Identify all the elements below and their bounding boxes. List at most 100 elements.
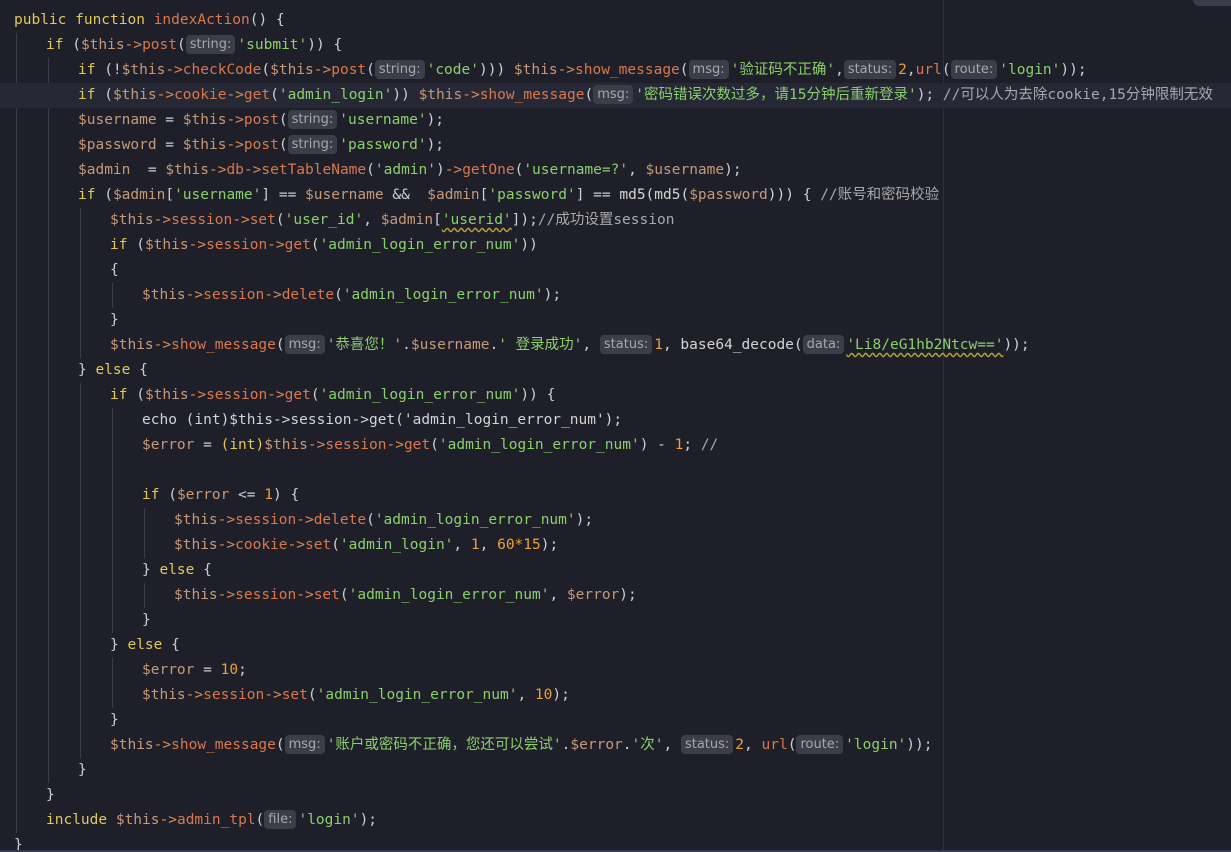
code-line[interactable]: $this->session->set('user_id', $admin['u… <box>0 208 674 233</box>
code-token: $this <box>80 37 125 53</box>
code-token: -> <box>153 737 172 753</box>
code-line[interactable]: $this->session->set('admin_login_error_n… <box>0 583 637 608</box>
code-token: , <box>628 162 646 178</box>
parameter-hint: msg: <box>284 735 325 754</box>
code-line[interactable]: if ($this->cookie->get('admin_login')) $… <box>0 83 1231 108</box>
code-token: $this <box>110 212 154 228</box>
code-token: $username <box>305 187 384 203</box>
code-token: 10 <box>220 662 239 678</box>
code-token: ); <box>426 112 445 128</box>
code-token: , <box>453 537 471 553</box>
code-token: ); <box>575 512 594 528</box>
code-token: )) { <box>307 37 343 53</box>
code-token: get <box>243 87 271 103</box>
code-token: . <box>489 337 499 353</box>
code-token: ( <box>310 237 320 253</box>
code-token: $this <box>182 112 227 128</box>
code-token: ] == <box>575 187 620 203</box>
code-line[interactable]: if ($this->post(string:'submit')) { <box>0 33 342 58</box>
code-token: $username <box>78 112 157 128</box>
code-token: else <box>95 362 131 378</box>
code-line[interactable]: } else { <box>0 558 212 583</box>
code-line[interactable]: $password = $this->post(string:'password… <box>0 133 444 158</box>
code-token: ]); <box>511 212 538 228</box>
code-token: $this <box>110 737 154 753</box>
code-line[interactable] <box>0 458 142 483</box>
code-token: session <box>325 437 387 453</box>
code-token: , <box>662 337 681 353</box>
code-token: ( <box>514 162 524 178</box>
code-token: 2 <box>735 737 745 753</box>
code-token: checkCode <box>182 62 262 78</box>
code-token: -> <box>232 212 250 228</box>
code-token: admin_tpl <box>176 812 256 828</box>
code-line[interactable]: } else { <box>0 633 180 658</box>
code-line[interactable]: echo (int)$this->session->get('admin_log… <box>0 408 622 433</box>
code-token: set <box>281 687 308 703</box>
code-token: -> <box>217 537 236 553</box>
code-token: ( <box>430 437 439 453</box>
code-token: 'admin_login_error_num' <box>438 437 640 453</box>
code-line[interactable]: } <box>0 783 55 808</box>
parameter-hint: file: <box>264 810 297 829</box>
code-line[interactable]: $admin = $this->db->setTableName('admin'… <box>0 158 742 183</box>
code-token: if <box>46 37 64 53</box>
parameter-hint: status: <box>843 60 897 79</box>
code-line[interactable]: } <box>0 758 87 783</box>
code-line[interactable]: { <box>0 258 119 283</box>
code-token: $this <box>115 812 160 828</box>
code-token: 'admin' <box>374 162 436 178</box>
code-line[interactable]: $error = (int)$this->session->get('admin… <box>0 433 718 458</box>
code-line[interactable]: $this->cookie->set('admin_login', 1, 60*… <box>0 533 558 558</box>
code-token: set <box>313 587 340 603</box>
code-line[interactable]: } <box>0 608 151 633</box>
code-token: 'admin_login_error_num' <box>342 287 544 303</box>
code-line[interactable]: $username = $this->post(string:'username… <box>0 108 444 133</box>
code-line[interactable]: if ($this->session->get('admin_login_err… <box>0 233 538 258</box>
code-line[interactable]: if ($admin['username'] == $username && $… <box>0 183 939 208</box>
code-token: ))) <box>478 62 514 78</box>
code-token: 'admin_login' <box>278 87 393 103</box>
code-line[interactable]: $this->show_message(msg: '账户或密码不正确，您还可以尝试… <box>0 733 932 758</box>
code-token: ); <box>724 162 742 178</box>
code-token: ) { <box>272 487 300 503</box>
code-token: , <box>835 62 844 78</box>
code-token: -> <box>462 87 480 103</box>
code-token: $username <box>645 162 725 178</box>
code-token: $error <box>142 662 195 678</box>
code-line[interactable]: include $this->admin_tpl(file:'login'); <box>0 808 377 833</box>
code-token: $password <box>78 137 157 153</box>
code-token: //可以人为去除cookie,15分钟限制无效 <box>942 87 1213 103</box>
scrollbar-thumb[interactable] <box>1193 0 1231 6</box>
code-token: ; <box>238 662 247 678</box>
code-token: -> <box>264 287 282 303</box>
code-token: -> <box>226 137 244 153</box>
code-line[interactable]: public function indexAction() { <box>0 8 285 33</box>
code-token: '恭喜您！' <box>326 337 403 353</box>
code-line[interactable]: if ($this->session->get('admin_login_err… <box>0 383 555 408</box>
code-token: -> <box>156 87 175 103</box>
code-line[interactable]: } <box>0 308 119 333</box>
code-token: ( <box>261 62 271 78</box>
code-line[interactable]: } else { <box>0 358 148 383</box>
code-token: = <box>194 437 221 453</box>
code-line[interactable]: if (!$this->checkCode($this->post(string… <box>0 58 1087 83</box>
code-token: ( <box>275 212 285 228</box>
code-token: delete <box>313 512 367 528</box>
code-line[interactable]: if ($error <= 1) { <box>0 483 299 508</box>
code-editor[interactable]: public function indexAction() {if ($this… <box>0 0 1231 852</box>
code-token: } <box>142 612 151 628</box>
code-token: $this <box>110 337 154 353</box>
code-token: if <box>110 237 128 253</box>
code-line[interactable]: $error = 10; <box>0 658 247 683</box>
code-token: 1 <box>654 337 663 353</box>
code-line[interactable]: $this->session->delete('admin_login_erro… <box>0 508 593 533</box>
code-token: 'user_id' <box>284 212 364 228</box>
code-line[interactable]: $this->session->set('admin_login_error_n… <box>0 683 570 708</box>
code-line[interactable]: } <box>0 708 119 733</box>
code-token: ( <box>270 87 279 103</box>
code-line[interactable]: $this->show_message(msg: '恭喜您！'.$username… <box>0 333 1030 358</box>
code-token: $password <box>689 187 768 203</box>
code-token: -> <box>188 237 207 253</box>
code-line[interactable]: $this->session->delete('admin_login_erro… <box>0 283 561 308</box>
